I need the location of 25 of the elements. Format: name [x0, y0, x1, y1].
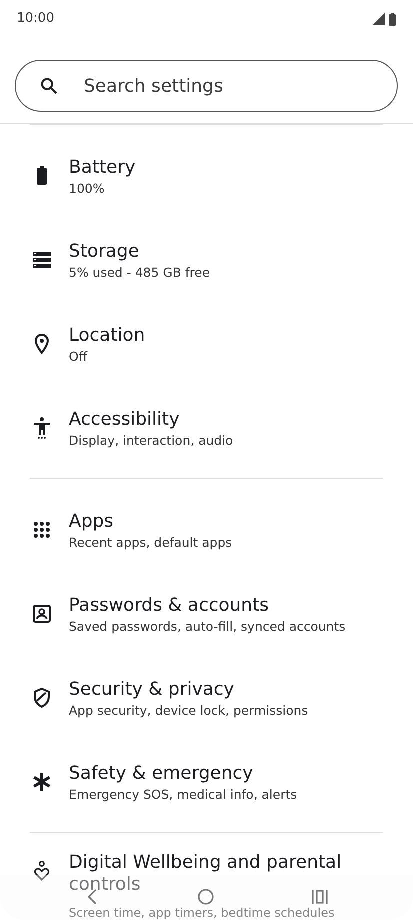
- item-subtitle: Recent apps, default apps: [69, 534, 234, 552]
- item-subtitle: 100%: [69, 180, 106, 198]
- item-subtitle: App security, device lock, permissions: [69, 702, 310, 720]
- item-title: Safety & emergency: [69, 762, 254, 786]
- item-title: Security & privacy: [69, 678, 236, 702]
- item-title: Passwords & accounts: [69, 594, 270, 618]
- item-subtitle: Display, interaction, audio: [69, 432, 234, 450]
- signal-icon: [373, 13, 385, 25]
- search-icon: [39, 76, 59, 96]
- item-subtitle: Screen time, app timers, bedtime schedules: [69, 907, 336, 920]
- item-subtitle: Off: [69, 348, 89, 366]
- item-title: Location: [69, 324, 146, 348]
- item-subtitle: 5% used - 485 GB free: [69, 264, 212, 282]
- battery-status-icon: [389, 12, 396, 26]
- item-title: Storage: [69, 240, 140, 264]
- item-title: Accessibility: [69, 408, 181, 432]
- search-field[interactable]: Search settings: [15, 60, 398, 112]
- item-title: Apps: [69, 510, 115, 534]
- item-subtitle: Saved passwords, auto-fill, synced accounts: [69, 618, 347, 636]
- item-title: Battery: [69, 156, 137, 180]
- account-box-icon: [30, 602, 54, 626]
- home-icon: [197, 886, 215, 907]
- item-title: Digital Wellbeing and parental controls: [69, 852, 343, 896]
- status-time: 10:00: [17, 10, 54, 28]
- item-subtitle: Emergency SOS, medical info, alerts: [69, 786, 298, 804]
